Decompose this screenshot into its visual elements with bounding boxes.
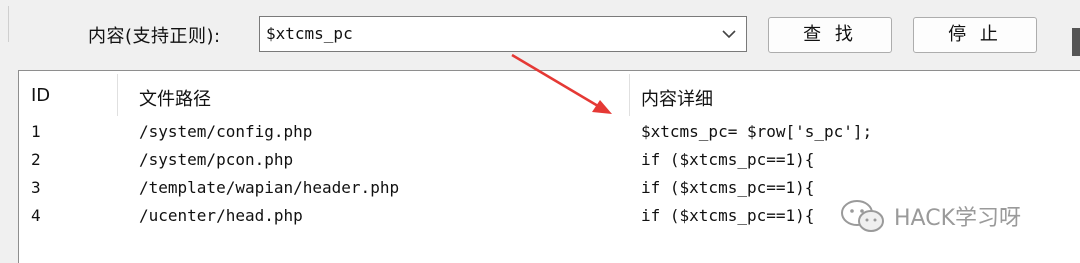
row-path: /system/config.php	[139, 122, 313, 141]
search-combobox[interactable]: $xtcms_pc	[259, 16, 747, 52]
window-edge	[1072, 28, 1080, 56]
wechat-icon	[841, 200, 884, 232]
search-label: 内容(支持正则):	[88, 26, 221, 47]
row-detail: if ($xtcms_pc==1){	[641, 178, 815, 197]
results-header: ID 文件路径 内容详细	[19, 71, 1080, 119]
find-button[interactable]: 查 找	[768, 17, 892, 53]
row-id: 4	[31, 206, 41, 225]
chevron-down-icon[interactable]	[722, 29, 736, 39]
column-divider[interactable]	[629, 74, 630, 116]
column-header-path[interactable]: 文件路径	[139, 85, 211, 111]
column-header-detail[interactable]: 内容详细	[641, 85, 713, 111]
search-toolbar: 内容(支持正则): $xtcms_pc 查 找 停 止	[0, 0, 1080, 68]
row-id: 3	[31, 178, 41, 197]
stop-button[interactable]: 停 止	[913, 17, 1037, 53]
watermark-text: HACK学习呀	[894, 206, 1021, 231]
row-path: /system/pcon.php	[139, 150, 294, 169]
row-id: 1	[31, 122, 41, 141]
row-detail: $xtcms_pc= $row['s_pc'];	[641, 122, 873, 141]
panel-edge	[0, 6, 9, 42]
row-detail: if ($xtcms_pc==1){	[641, 150, 815, 169]
search-input[interactable]: $xtcms_pc	[266, 24, 353, 43]
column-header-id[interactable]: ID	[31, 85, 50, 106]
row-id: 2	[31, 150, 41, 169]
row-path: /ucenter/head.php	[139, 206, 303, 225]
row-detail: if ($xtcms_pc==1){	[641, 206, 815, 225]
table-row[interactable]: 1 /system/config.php $xtcms_pc= $row['s_…	[19, 119, 1080, 147]
table-row[interactable]: 2 /system/pcon.php if ($xtcms_pc==1){	[19, 147, 1080, 175]
watermark: HACK学习呀	[840, 196, 1021, 236]
row-path: /template/wapian/header.php	[139, 178, 400, 197]
column-divider[interactable]	[117, 74, 118, 116]
